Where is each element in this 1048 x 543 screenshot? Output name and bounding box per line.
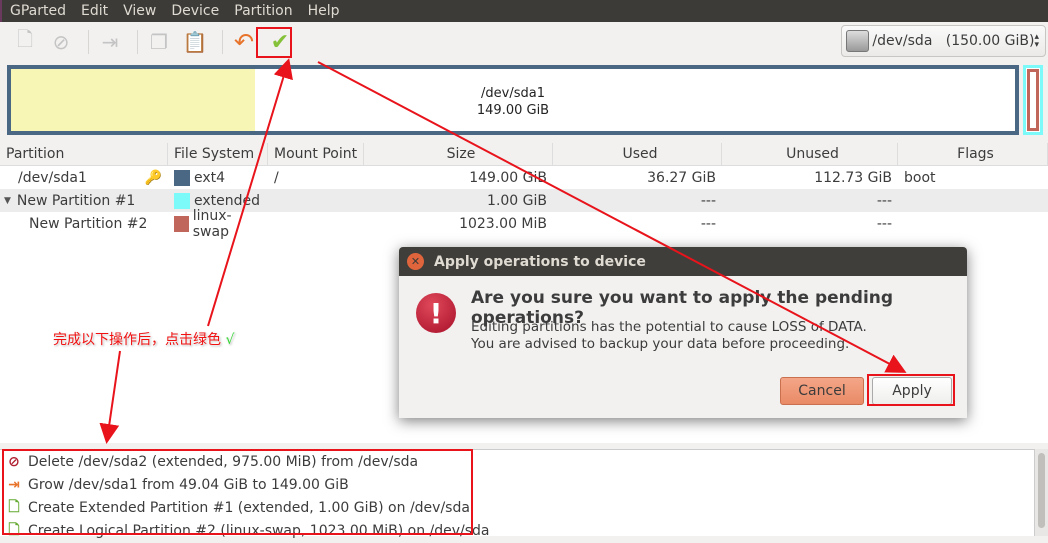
mount-point: / bbox=[274, 169, 279, 186]
new-partition-icon[interactable]: 🗋 bbox=[10, 27, 40, 57]
cancel-button[interactable]: Cancel bbox=[780, 377, 864, 405]
disk-map-sda1[interactable]: /dev/sda1 149.00 GiB bbox=[7, 65, 1019, 135]
highlight-apply-toolbar bbox=[256, 27, 292, 58]
hard-disk-icon bbox=[846, 30, 870, 52]
used: --- bbox=[700, 215, 716, 232]
filesystem: ext4 bbox=[194, 169, 226, 186]
operations-scrollbar[interactable] bbox=[1034, 449, 1048, 536]
separator bbox=[222, 30, 223, 54]
copy-icon[interactable]: ❐ bbox=[144, 27, 174, 57]
unused: --- bbox=[876, 192, 892, 209]
fs-color-swatch bbox=[174, 169, 190, 186]
col-mountpoint[interactable]: Mount Point bbox=[268, 143, 364, 165]
unused: --- bbox=[876, 215, 892, 232]
annotation-note: 完成以下操作后，点击绿色 √ bbox=[53, 329, 234, 349]
col-size[interactable]: Size bbox=[364, 143, 553, 165]
mount-point bbox=[268, 189, 364, 212]
highlight-apply-button bbox=[867, 374, 955, 406]
partition-name: New Partition #1 bbox=[16, 192, 136, 209]
col-flags[interactable]: Flags bbox=[898, 143, 1048, 165]
mount-point bbox=[268, 212, 364, 235]
partition-size: 149.00 GiB bbox=[476, 103, 550, 118]
message-line: Editing partitions has the potential to … bbox=[471, 319, 867, 335]
size: 1.00 GiB bbox=[487, 192, 547, 209]
separator bbox=[137, 30, 138, 54]
menubar: GParted Edit View Device Partition Help bbox=[0, 0, 1048, 22]
col-filesystem[interactable]: File System bbox=[168, 143, 268, 165]
key-icon: 🔑 bbox=[144, 169, 162, 186]
col-unused[interactable]: Unused bbox=[722, 143, 898, 165]
size: 1023.00 MiB bbox=[459, 215, 547, 232]
expander-icon[interactable]: ▼ bbox=[4, 196, 11, 206]
spinner-arrows-icon: ▴ ▾ bbox=[1034, 32, 1039, 50]
flags: boot bbox=[904, 169, 936, 186]
dialog-title: Apply operations to device bbox=[434, 253, 646, 270]
partition-name: /dev/sda1 bbox=[481, 86, 545, 101]
disk-map-extended[interactable] bbox=[1023, 65, 1043, 135]
fs-color-swatch bbox=[174, 192, 190, 209]
annotation-check: √ bbox=[225, 332, 235, 348]
size: 149.00 GiB bbox=[469, 169, 547, 186]
menu-gparted[interactable]: GParted bbox=[10, 3, 66, 19]
used: 36.27 GiB bbox=[647, 169, 716, 186]
partition-name: New Partition #2 bbox=[29, 215, 148, 232]
warning-icon: ! bbox=[416, 293, 456, 333]
flags bbox=[898, 212, 1048, 235]
menu-partition[interactable]: Partition bbox=[234, 3, 292, 19]
table-row[interactable]: /dev/sda1 🔑 ext4 / 149.00 GiB 36.27 GiB 1… bbox=[0, 166, 1048, 189]
unused: 112.73 GiB bbox=[814, 169, 892, 186]
partition-name: /dev/sda1 bbox=[18, 169, 87, 186]
col-partition[interactable]: Partition bbox=[0, 143, 168, 165]
highlight-operations bbox=[2, 449, 473, 535]
disk-map-swap[interactable] bbox=[1027, 69, 1039, 131]
separator bbox=[88, 30, 89, 54]
filesystem: extended bbox=[194, 192, 261, 209]
annotation-text: 完成以下操作后，点击绿色 bbox=[53, 332, 221, 348]
flags bbox=[898, 189, 1048, 212]
table-row[interactable]: ▼ New Partition #1 extended 1.00 GiB --- … bbox=[0, 189, 1048, 212]
dialog-message: Editing partitions has the potential to … bbox=[471, 319, 867, 353]
close-icon[interactable]: ✕ bbox=[407, 253, 424, 270]
used: --- bbox=[700, 192, 716, 209]
table-header: Partition File System Mount Point Size U… bbox=[0, 143, 1048, 166]
device-label: /dev/sda (150.00 GiB) bbox=[872, 33, 1035, 49]
paste-icon[interactable]: 📋 bbox=[180, 27, 210, 57]
resize-move-icon[interactable]: ⇥ bbox=[95, 27, 125, 57]
scrollbar-thumb[interactable] bbox=[1038, 453, 1045, 528]
filesystem: linux-swap bbox=[192, 207, 232, 240]
dialog-titlebar: ✕ Apply operations to device bbox=[399, 247, 967, 276]
menu-edit[interactable]: Edit bbox=[81, 3, 108, 19]
fs-color-swatch bbox=[174, 215, 189, 232]
message-line: You are advised to backup your data befo… bbox=[471, 336, 850, 352]
device-selector[interactable]: /dev/sda (150.00 GiB) ▴ ▾ bbox=[841, 25, 1046, 57]
menu-device[interactable]: Device bbox=[171, 3, 219, 19]
table-row[interactable]: New Partition #2 linux-swap 1023.00 MiB … bbox=[0, 208, 1048, 240]
menu-view[interactable]: View bbox=[123, 3, 156, 19]
col-used[interactable]: Used bbox=[553, 143, 722, 165]
undo-icon[interactable]: ↶ bbox=[229, 27, 259, 57]
menu-help[interactable]: Help bbox=[308, 3, 340, 19]
delete-icon[interactable]: ⊘ bbox=[46, 27, 76, 57]
